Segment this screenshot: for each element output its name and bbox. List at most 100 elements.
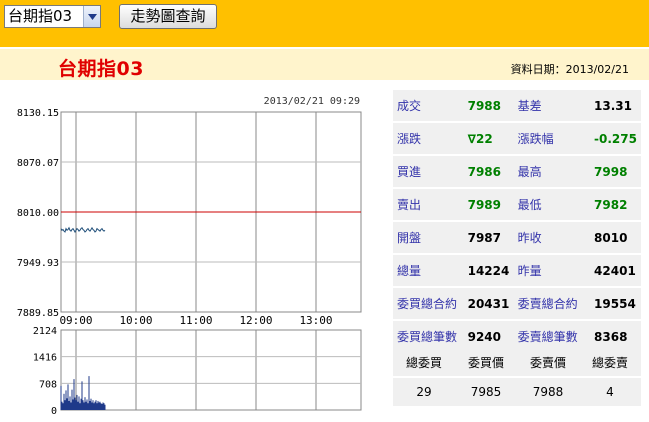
page-title: 台期指03 [58,58,144,80]
y-tick-label: 8010.00 [17,208,59,219]
x-tick-label: 13:00 [299,314,332,327]
volume-bar [76,394,78,410]
volume-bar [65,390,67,410]
volume-bar [84,397,86,410]
quote-label: 昨收 [513,222,591,253]
volume-bar [95,400,97,410]
y-tick-label: 7889.85 [17,308,59,319]
contract-select-value: 台期指03 [8,7,73,25]
volume-bar [60,385,62,410]
quote-label: 漲跌幅 [513,123,591,154]
volume-bar [89,400,91,410]
quote-label: 總量 [393,255,464,286]
quote-label: 基差 [513,90,591,121]
intraday-chart: 2013/02/21 09:29 09:00 10:00 11:00 12:00 13:… [17,96,362,417]
quote-value: -0.275 [590,123,641,154]
quote-value: 19554 [590,288,641,319]
quote-row: 總量 14224 昨量 42401 [393,255,641,286]
quote-label: 買進 [393,156,464,187]
x-tick-label: 10:00 [119,314,152,327]
volume-y-tick-label: 0 [51,406,57,417]
order-book-header: 委賣價 [517,348,579,376]
quote-label: 最高 [513,156,591,187]
volume-bar [94,401,96,410]
quote-value: 7982 [590,189,641,220]
quote-row: 開盤 7987 昨收 8010 [393,222,641,253]
volume-bar [86,399,88,410]
top-toolbar: 台期指03 走勢圖查詢 [0,0,649,47]
quote-label: 開盤 [393,222,464,253]
volume-bar [63,393,65,410]
quote-label: 成交 [393,90,464,121]
quote-value: 7986 [463,156,514,187]
volume-bar [97,400,99,410]
contract-select[interactable]: 台期指03 [4,5,101,28]
quote-value: 8010 [590,222,641,253]
quote-label: 漲跌 [393,123,464,154]
chart-timestamp: 2013/02/21 09:29 [264,96,360,107]
quote-label: 委賣總合約 [513,288,591,319]
y-tick-label: 8070.07 [17,158,59,169]
volume-bar [69,396,71,410]
volume-bar [96,403,98,410]
volume-bar [83,402,85,410]
quote-label: 最低 [513,189,591,220]
order-book-header: 總委賣 [579,348,641,376]
volume-bar [75,400,77,410]
quote-value: 20431 [463,288,514,319]
volume-bar [87,403,89,410]
volume-bar [74,397,76,410]
volume-bar [99,401,101,410]
volume-y-tick-label: 708 [39,379,57,390]
quote-row: 成交 7988 基差 13.31 [393,90,641,121]
volume-bar [71,389,73,410]
y-tick-label: 7949.93 [17,258,59,269]
quote-value: 7987 [463,222,514,253]
x-tick-label: 11:00 [179,314,212,327]
volume-bar [102,402,104,410]
volume-bar [61,401,63,410]
x-tick-label: 09:00 [59,314,92,327]
quote-value: 14224 [463,255,514,286]
volume-bar [81,381,83,410]
volume-bar [80,398,82,410]
title-bar: 台期指03 資料日期：2013/02/21 [0,47,649,80]
order-book-value: 7988 [517,378,579,406]
volume-bar [85,401,87,410]
quote-value: 42401 [590,255,641,286]
chevron-down-icon[interactable] [83,6,100,27]
quote-label: 委買總合約 [393,288,464,319]
volume-bar [67,384,69,410]
volume-bar [66,398,68,410]
quote-value: ∇22 [463,123,514,154]
volume-bar [62,403,64,410]
y-tick-label: 8130.15 [17,108,59,119]
x-tick-label: 12:00 [239,314,272,327]
order-book-value: 29 [393,378,455,406]
volume-bar [77,401,79,410]
chart-area: 2013/02/21 09:29 09:00 10:00 11:00 12:00 13:… [0,80,380,418]
volume-bar [90,398,92,410]
volume-bar [104,404,106,410]
quote-value: 13.31 [590,90,641,121]
quote-value: 7988 [463,90,514,121]
quote-label: 昨量 [513,255,591,286]
volume-bar [70,402,72,410]
quote-label: 賣出 [393,189,464,220]
volume-bar [103,403,105,410]
volume-bar [79,403,81,410]
volume-bar [92,400,94,410]
quote-value: 7998 [590,156,641,187]
order-book-header: 總委買 [393,348,455,376]
data-date-label: 資料日期：2013/02/21 [510,63,629,76]
order-book-header: 委買價 [455,348,517,376]
volume-bar [101,403,103,410]
quote-table: 成交 7988 基差 13.31 漲跌 ∇22 漲跌幅 -0.275 買進 7986 最高 7998 賣… [393,88,641,354]
volume-y-tick-label: 1416 [33,353,57,364]
quote-row: 賣出 7989 最低 7982 [393,189,641,220]
volume-bar [91,402,93,410]
volume-bar [100,403,102,410]
volume-bar [68,400,70,410]
volume-y-tick-label: 2124 [33,326,57,337]
query-chart-button[interactable]: 走勢圖查詢 [119,4,217,29]
